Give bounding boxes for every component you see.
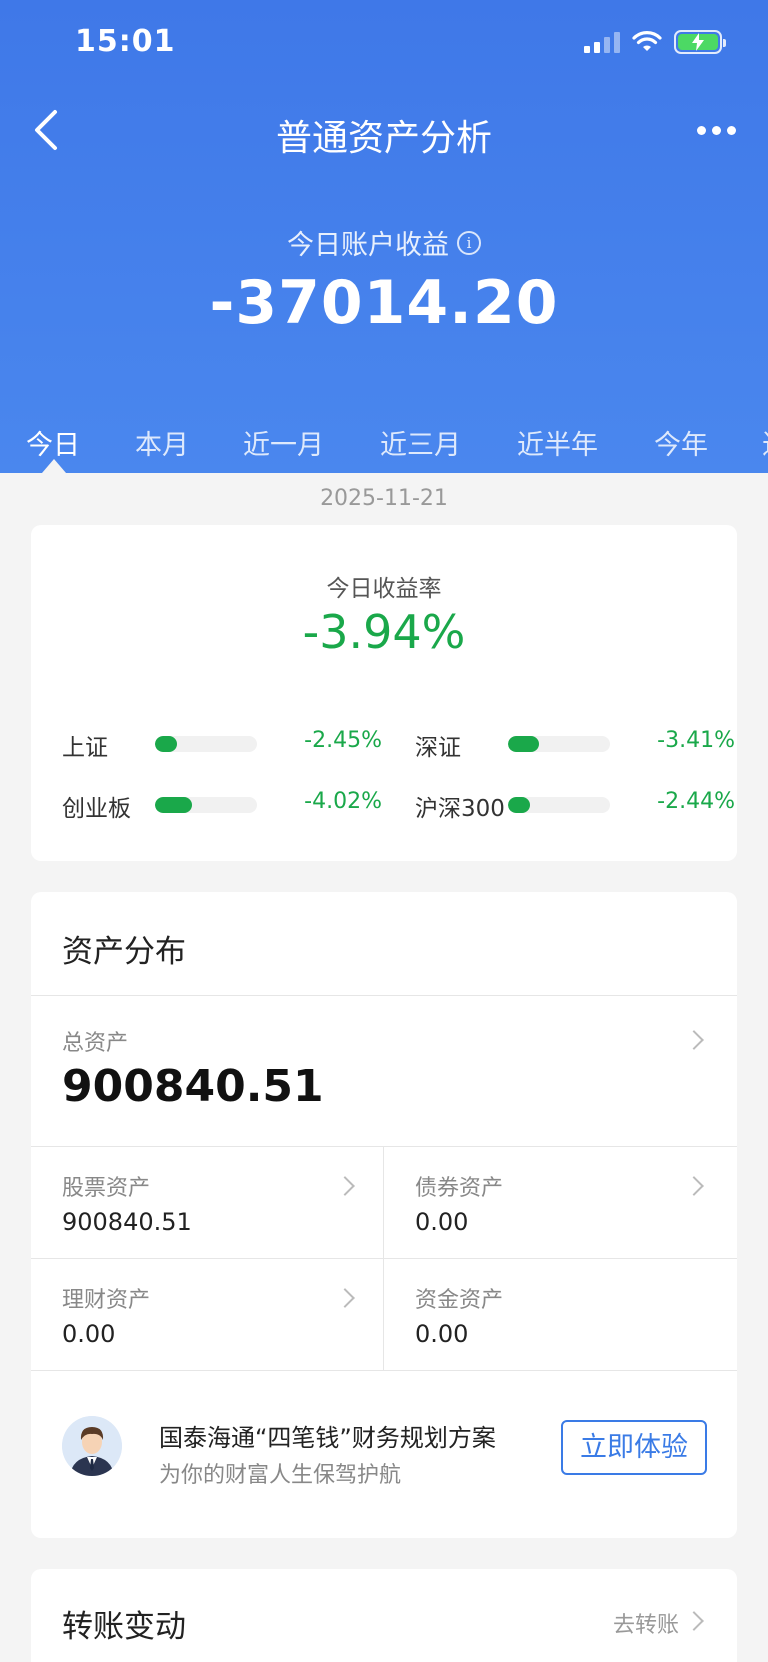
income-label-row: 今日账户收益 i	[0, 223, 768, 262]
total-assets-row[interactable]: 总资产 900840.51	[31, 995, 737, 1146]
battery-icon	[674, 30, 726, 54]
index-name: 创业板	[62, 796, 131, 822]
tab-this-year[interactable]: 今年	[654, 423, 708, 462]
chevron-right-icon	[684, 1176, 704, 1196]
header-panel: 15:01 普通资产分析 今日账户收益 i -37014.20 今日 本月 近一…	[0, 0, 768, 473]
index-row: 创业板 -4.02%	[62, 789, 382, 822]
index-row: 深证 -3.41%	[415, 728, 735, 761]
index-row: 沪深300 -2.44%	[415, 789, 735, 822]
signal-icon	[584, 31, 620, 53]
index-value: -4.02%	[304, 789, 382, 814]
index-bar	[508, 736, 610, 752]
cell-value: 0.00	[415, 1320, 469, 1348]
chevron-right-icon	[684, 1030, 704, 1050]
index-bar-fill	[155, 736, 178, 752]
date-label: 2025-11-21	[320, 486, 448, 511]
tab-last-three-months[interactable]: 近三月	[380, 423, 461, 462]
cell-value: 0.00	[415, 1208, 469, 1236]
total-assets-value: 900840.51	[62, 1061, 324, 1112]
index-bar-fill	[508, 797, 531, 813]
promo-subtitle: 为你的财富人生保驾护航	[159, 1463, 402, 1488]
tab-last-half-year[interactable]: 近半年	[517, 423, 598, 462]
chevron-right-icon	[684, 1611, 704, 1631]
status-time: 15:01	[75, 24, 176, 59]
return-rate-card: 今日收益率 -3.94% 上证 -2.45% 深证 -3.41% 创业板 -4.…	[31, 525, 737, 861]
tab-last-month[interactable]: 近一月	[243, 423, 324, 462]
index-bar	[155, 736, 257, 752]
tab-today[interactable]: 今日	[26, 423, 80, 462]
more-button[interactable]	[692, 113, 740, 147]
chevron-right-icon	[335, 1176, 355, 1196]
cell-label: 债券资产	[415, 1176, 504, 1201]
income-label: 今日账户收益	[287, 230, 449, 261]
index-name: 上证	[62, 735, 108, 761]
status-icons	[584, 30, 726, 54]
tab-more[interactable]: 近	[762, 423, 768, 462]
section-title: 资产分布	[62, 934, 186, 970]
index-name: 沪深300	[415, 796, 505, 822]
cell-label: 理财资产	[62, 1288, 151, 1313]
index-bar	[155, 797, 257, 813]
go-transfer-link[interactable]: 去转账	[613, 1607, 679, 1639]
index-value: -2.45%	[304, 728, 382, 753]
transfer-changes-card: 转账变动 去转账	[31, 1569, 737, 1662]
section-title: 转账变动	[62, 1609, 186, 1645]
index-bar-fill	[508, 736, 539, 752]
promo-title: 国泰海通“四笔钱”财务规划方案	[159, 1424, 496, 1452]
cell-label: 股票资产	[62, 1176, 151, 1201]
cell-value: 0.00	[62, 1320, 116, 1348]
more-dot	[711, 125, 721, 135]
rate-label: 今日收益率	[326, 576, 442, 602]
status-bar: 15:01	[0, 0, 768, 90]
period-tabs: 今日 本月 近一月 近三月 近半年 今年 近	[0, 408, 768, 473]
divider	[31, 1370, 737, 1371]
info-icon[interactable]: i	[457, 230, 481, 255]
index-bar	[508, 797, 610, 813]
tab-this-month[interactable]: 本月	[135, 423, 189, 462]
income-value: -37014.20	[209, 268, 559, 338]
cash-assets-cell[interactable]: 资金资产 0.00	[384, 1258, 737, 1370]
wifi-icon	[632, 31, 662, 51]
bond-assets-cell[interactable]: 债券资产 0.00	[384, 1146, 737, 1258]
advisor-avatar	[62, 1416, 122, 1476]
chevron-right-icon	[335, 1288, 355, 1308]
try-now-button[interactable]: 立即体验	[561, 1420, 707, 1475]
active-tab-indicator	[42, 459, 66, 473]
more-dot	[726, 125, 736, 135]
financial-plan-banner: 国泰海通“四笔钱”财务规划方案 为你的财富人生保驾护航 立即体验	[31, 1375, 737, 1538]
asset-distribution-card: 资产分布 总资产 900840.51 股票资产 900840.51 债券资产 0…	[31, 892, 737, 1538]
more-dot	[696, 125, 706, 135]
cell-value: 900840.51	[62, 1208, 192, 1236]
total-assets-label: 总资产	[62, 1031, 129, 1056]
cell-label: 资金资产	[415, 1288, 504, 1313]
index-value: -3.41%	[657, 728, 735, 753]
rate-value: -3.94%	[302, 605, 466, 659]
index-name: 深证	[415, 735, 461, 761]
nav-bar: 普通资产分析	[0, 95, 768, 165]
divider	[383, 1146, 384, 1370]
index-row: 上证 -2.45%	[62, 728, 382, 761]
index-bar-fill	[155, 797, 192, 813]
stock-assets-cell[interactable]: 股票资产 900840.51	[31, 1146, 384, 1258]
wealth-management-assets-cell[interactable]: 理财资产 0.00	[31, 1258, 384, 1370]
page-title: 普通资产分析	[275, 118, 492, 159]
index-value: -2.44%	[657, 789, 735, 814]
